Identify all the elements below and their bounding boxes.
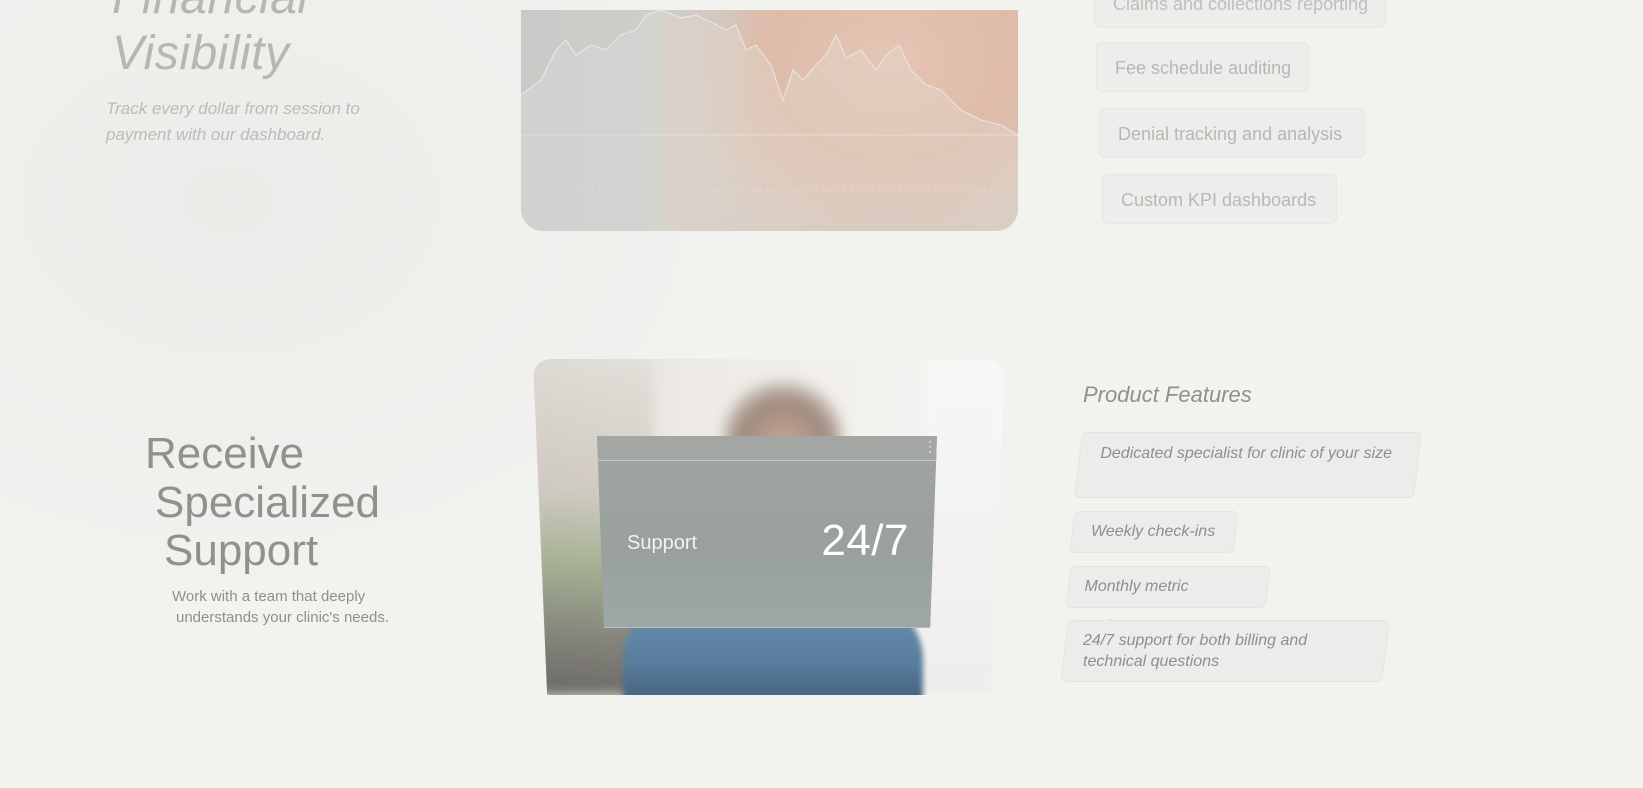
feature-tag-label: Dedicated specialist for clinic of your … [1100, 445, 1393, 462]
financial-visibility-subtitle: Track every dollar from session to payme… [106, 99, 360, 144]
feature-tag: Weekly check-ins [1069, 511, 1239, 553]
support-photo: ⋮ Support 24/7 [533, 359, 1005, 695]
financial-dashboard-image [521, 10, 1018, 231]
feature-pill: Denial tracking and analysis [1099, 108, 1365, 158]
feature-pill-label: Fee schedule auditing [1115, 58, 1292, 78]
feature-pill-label: Custom KPI dashboards [1121, 190, 1317, 210]
support-subtitle-line: Work with a team that deeply [172, 588, 366, 605]
feature-tag: Dedicated specialist for clinic of your … [1073, 432, 1423, 498]
support-card-label: Support [627, 532, 698, 554]
heading-line: Support [164, 526, 319, 575]
feature-tag: 24/7 support for both billing and techni… [1060, 620, 1390, 682]
stock-chart-overlay [521, 10, 1018, 231]
more-options-icon[interactable]: ⋮ [923, 439, 937, 453]
feature-pill-label: Claims and collections reporting [1113, 0, 1369, 14]
feature-tag: Monthly metric reviews [1065, 566, 1271, 635]
feature-pill: Fee schedule auditing [1096, 42, 1309, 92]
financial-visibility-heading: Financial Visibility [112, 0, 309, 82]
feature-tag-label: 24/7 support for both billing and techni… [1083, 632, 1308, 670]
feature-pill: Custom KPI dashboards [1102, 174, 1337, 224]
heading-line: Specialized [155, 478, 381, 527]
card-titlebar: ⋮ [597, 436, 937, 461]
support-card-value: 24/7 [821, 516, 909, 565]
feature-pill-label: Denial tracking and analysis [1118, 124, 1343, 144]
heading-line: Financial [112, 0, 309, 26]
feature-tag-label: Weekly check-ins [1091, 523, 1216, 540]
support-card: ⋮ Support 24/7 [597, 436, 937, 628]
feature-pill: Claims and collections reporting [1094, 0, 1386, 28]
support-subtitle-line: understands your clinic's needs. [176, 609, 389, 626]
product-features-heading: Product Features [1083, 382, 1252, 407]
heading-line: Visibility [112, 27, 290, 80]
heading-line: Receive [145, 429, 304, 478]
background-blur [925, 359, 1005, 695]
